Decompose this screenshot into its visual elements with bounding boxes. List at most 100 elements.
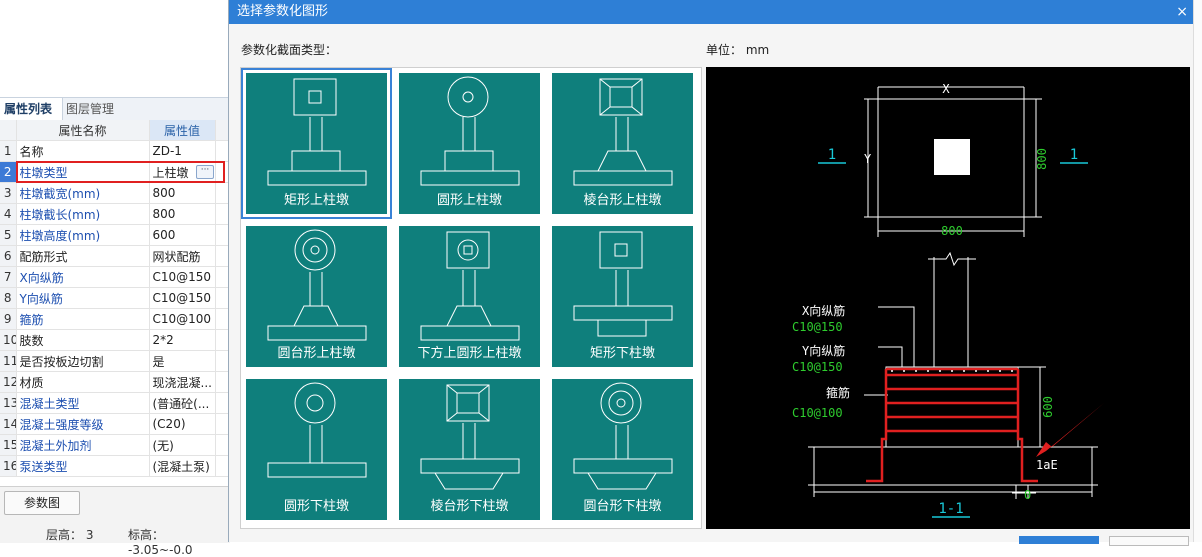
row-index: 4	[0, 203, 17, 225]
property-value[interactable]: 800	[149, 182, 216, 204]
shape-option-label: 矩形下柱墩	[589, 346, 655, 361]
svg-text:800: 800	[1035, 148, 1049, 170]
table-row[interactable]: 6 配筋形式 网状配筋	[0, 245, 231, 267]
table-row[interactable]: 10肢数2*2	[0, 329, 231, 351]
property-value[interactable]: (混凝土泵)	[149, 455, 216, 477]
right-edge-strip	[1193, 0, 1202, 542]
table-row[interactable]: 15混凝土外加剂(无)	[0, 434, 231, 456]
property-name: 混凝土强度等级	[16, 413, 150, 435]
svg-text:Y向纵筋: Y向纵筋	[802, 343, 845, 358]
property-name: 是否按板边切割	[16, 350, 150, 372]
svg-text:C10@100: C10@100	[792, 406, 843, 420]
property-value[interactable]: ZD-1	[149, 140, 216, 162]
shape-option[interactable]: 矩形下柱墩	[552, 226, 693, 367]
shape-option[interactable]: 圆形上柱墩	[399, 73, 540, 214]
row-index: 2	[0, 161, 17, 183]
svg-text:X向纵筋: X向纵筋	[802, 303, 845, 318]
property-name: 肢数	[16, 329, 150, 351]
shape-option[interactable]: 圆台形下柱墩	[552, 379, 693, 520]
svg-text:C10@150: C10@150	[792, 320, 843, 334]
table-row[interactable]: 5 柱墩高度(mm) 600	[0, 224, 231, 246]
shape-grid: 矩形上柱墩 圆形上柱墩 棱台形上柱墩圆台形上柱墩 下方上圆形上柱墩 矩形下柱墩圆形下柱墩…	[240, 67, 702, 529]
section-type-label: 参数化截面类型：	[241, 43, 338, 57]
property-name: 泵送类型	[16, 455, 150, 477]
shape-option[interactable]: 棱台形下柱墩	[399, 379, 540, 520]
svg-text:C10@150: C10@150	[792, 360, 843, 374]
property-name: 配筋形式	[16, 245, 150, 267]
shape-option-label: 矩形上柱墩	[283, 193, 349, 208]
row-index: 3	[0, 182, 17, 204]
tab-layer-management[interactable]: 图层管理	[62, 98, 130, 120]
dialog-title: 选择参数化图形	[237, 4, 329, 19]
shape-option-label: 棱台形上柱墩	[583, 193, 662, 208]
shape-option[interactable]: 圆形下柱墩	[246, 379, 387, 520]
row-index: 8	[0, 287, 17, 309]
svg-text:X: X	[942, 82, 950, 96]
property-value[interactable]: C10@100	[149, 308, 216, 330]
property-value[interactable]: 2*2	[149, 329, 216, 351]
shape-option-label: 圆台形下柱墩	[583, 499, 662, 514]
table-row[interactable]: 13混凝土类型(普通砼(...	[0, 392, 231, 414]
table-row[interactable]: 11是否按板边切割是	[0, 350, 231, 372]
row-index: 1	[0, 140, 17, 162]
property-value[interactable]: (C20)	[149, 413, 216, 435]
property-name: 名称	[16, 140, 150, 162]
shape-option[interactable]: 矩形上柱墩	[241, 68, 392, 219]
cad-preview-svg: X Y X向纵筋 Y向纵筋 箍筋 1aE C10@150 C10@150 C10…	[792, 82, 1104, 518]
shape-option[interactable]: 下方上圆形上柱墩	[399, 226, 540, 367]
svg-text:0: 0	[1024, 488, 1031, 502]
table-row[interactable]: 4 柱墩截长(mm) 800	[0, 203, 231, 225]
svg-text:1-1: 1-1	[938, 501, 963, 517]
table-header-row: 属性名称 属性值	[0, 120, 231, 141]
property-value[interactable]: 600	[149, 224, 216, 246]
parameter-diagram-button[interactable]: 参数图	[4, 491, 80, 515]
property-name: Y向纵筋	[16, 287, 150, 309]
panel-tabs: 属性列表 图层管理	[0, 97, 230, 121]
svg-text:箍筋: 箍筋	[826, 385, 850, 400]
ellipsis-button[interactable]: ···	[196, 165, 214, 179]
svg-text:1: 1	[1070, 147, 1078, 163]
table-row[interactable]: 7 X向纵筋 C10@150	[0, 266, 231, 288]
property-value[interactable]: 是	[149, 350, 216, 372]
row-index: 11	[0, 350, 17, 372]
shape-option[interactable]: 圆台形上柱墩	[246, 226, 387, 367]
property-value[interactable]: (普通砼(...	[149, 392, 216, 414]
row-index: 15	[0, 434, 17, 456]
shape-option-label: 下方上圆形上柱墩	[417, 346, 522, 361]
svg-text:Y: Y	[864, 152, 872, 166]
property-value[interactable]: 现浇混凝...	[149, 371, 216, 393]
property-value[interactable]: C10@150	[149, 266, 216, 288]
table-row[interactable]: 14混凝土强度等级(C20)	[0, 413, 231, 435]
table-row[interactable]: 8 Y向纵筋 C10@150	[0, 287, 231, 309]
shape-option-label: 棱台形下柱墩	[430, 499, 509, 514]
table-row[interactable]: 12材质现浇混凝...	[0, 371, 231, 393]
property-panel: 属性列表 图层管理 属性名称 属性值 1 名称 ZD-1 2 柱墩类型 上柱墩 3 柱墩截宽(…	[0, 0, 231, 557]
header-property-name: 属性名称	[16, 120, 150, 141]
row-index: 13	[0, 392, 17, 414]
property-name: 柱墩高度(mm)	[16, 224, 150, 246]
property-name: 柱墩截宽(mm)	[16, 182, 150, 204]
cancel-button[interactable]	[1109, 536, 1189, 546]
table-row[interactable]: 1 名称 ZD-1	[0, 140, 231, 162]
property-value[interactable]: 800	[149, 203, 216, 225]
property-value[interactable]: C10@150	[149, 287, 216, 309]
tab-property-list[interactable]: 属性列表	[0, 98, 63, 120]
close-icon[interactable]: ×	[1176, 0, 1188, 24]
shape-option[interactable]: 棱台形上柱墩	[552, 73, 693, 214]
table-row[interactable]: 9 箍筋 C10@100	[0, 308, 231, 330]
header-index	[0, 120, 17, 141]
svg-text:600: 600	[1041, 396, 1055, 418]
header-property-value: 属性值	[149, 120, 216, 141]
property-name: 材质	[16, 371, 150, 393]
property-name: 柱墩截长(mm)	[16, 203, 150, 225]
panel-footer: 参数图 层高： 3 标高： -3.05~-0.0	[0, 486, 230, 557]
property-value[interactable]: (无)	[149, 434, 216, 456]
ok-button[interactable]	[1019, 536, 1099, 544]
floor-height: 层高： 3	[46, 528, 94, 542]
dialog-title-bar: 选择参数化图形 ×	[229, 0, 1194, 24]
table-row[interactable]: 16泵送类型(混凝土泵)	[0, 455, 231, 477]
table-row[interactable]: 3 柱墩截宽(mm) 800	[0, 182, 231, 204]
unit-label: 单位： mm	[706, 43, 770, 57]
property-value[interactable]: 网状配筋	[149, 245, 216, 267]
row-index: 16	[0, 455, 17, 477]
